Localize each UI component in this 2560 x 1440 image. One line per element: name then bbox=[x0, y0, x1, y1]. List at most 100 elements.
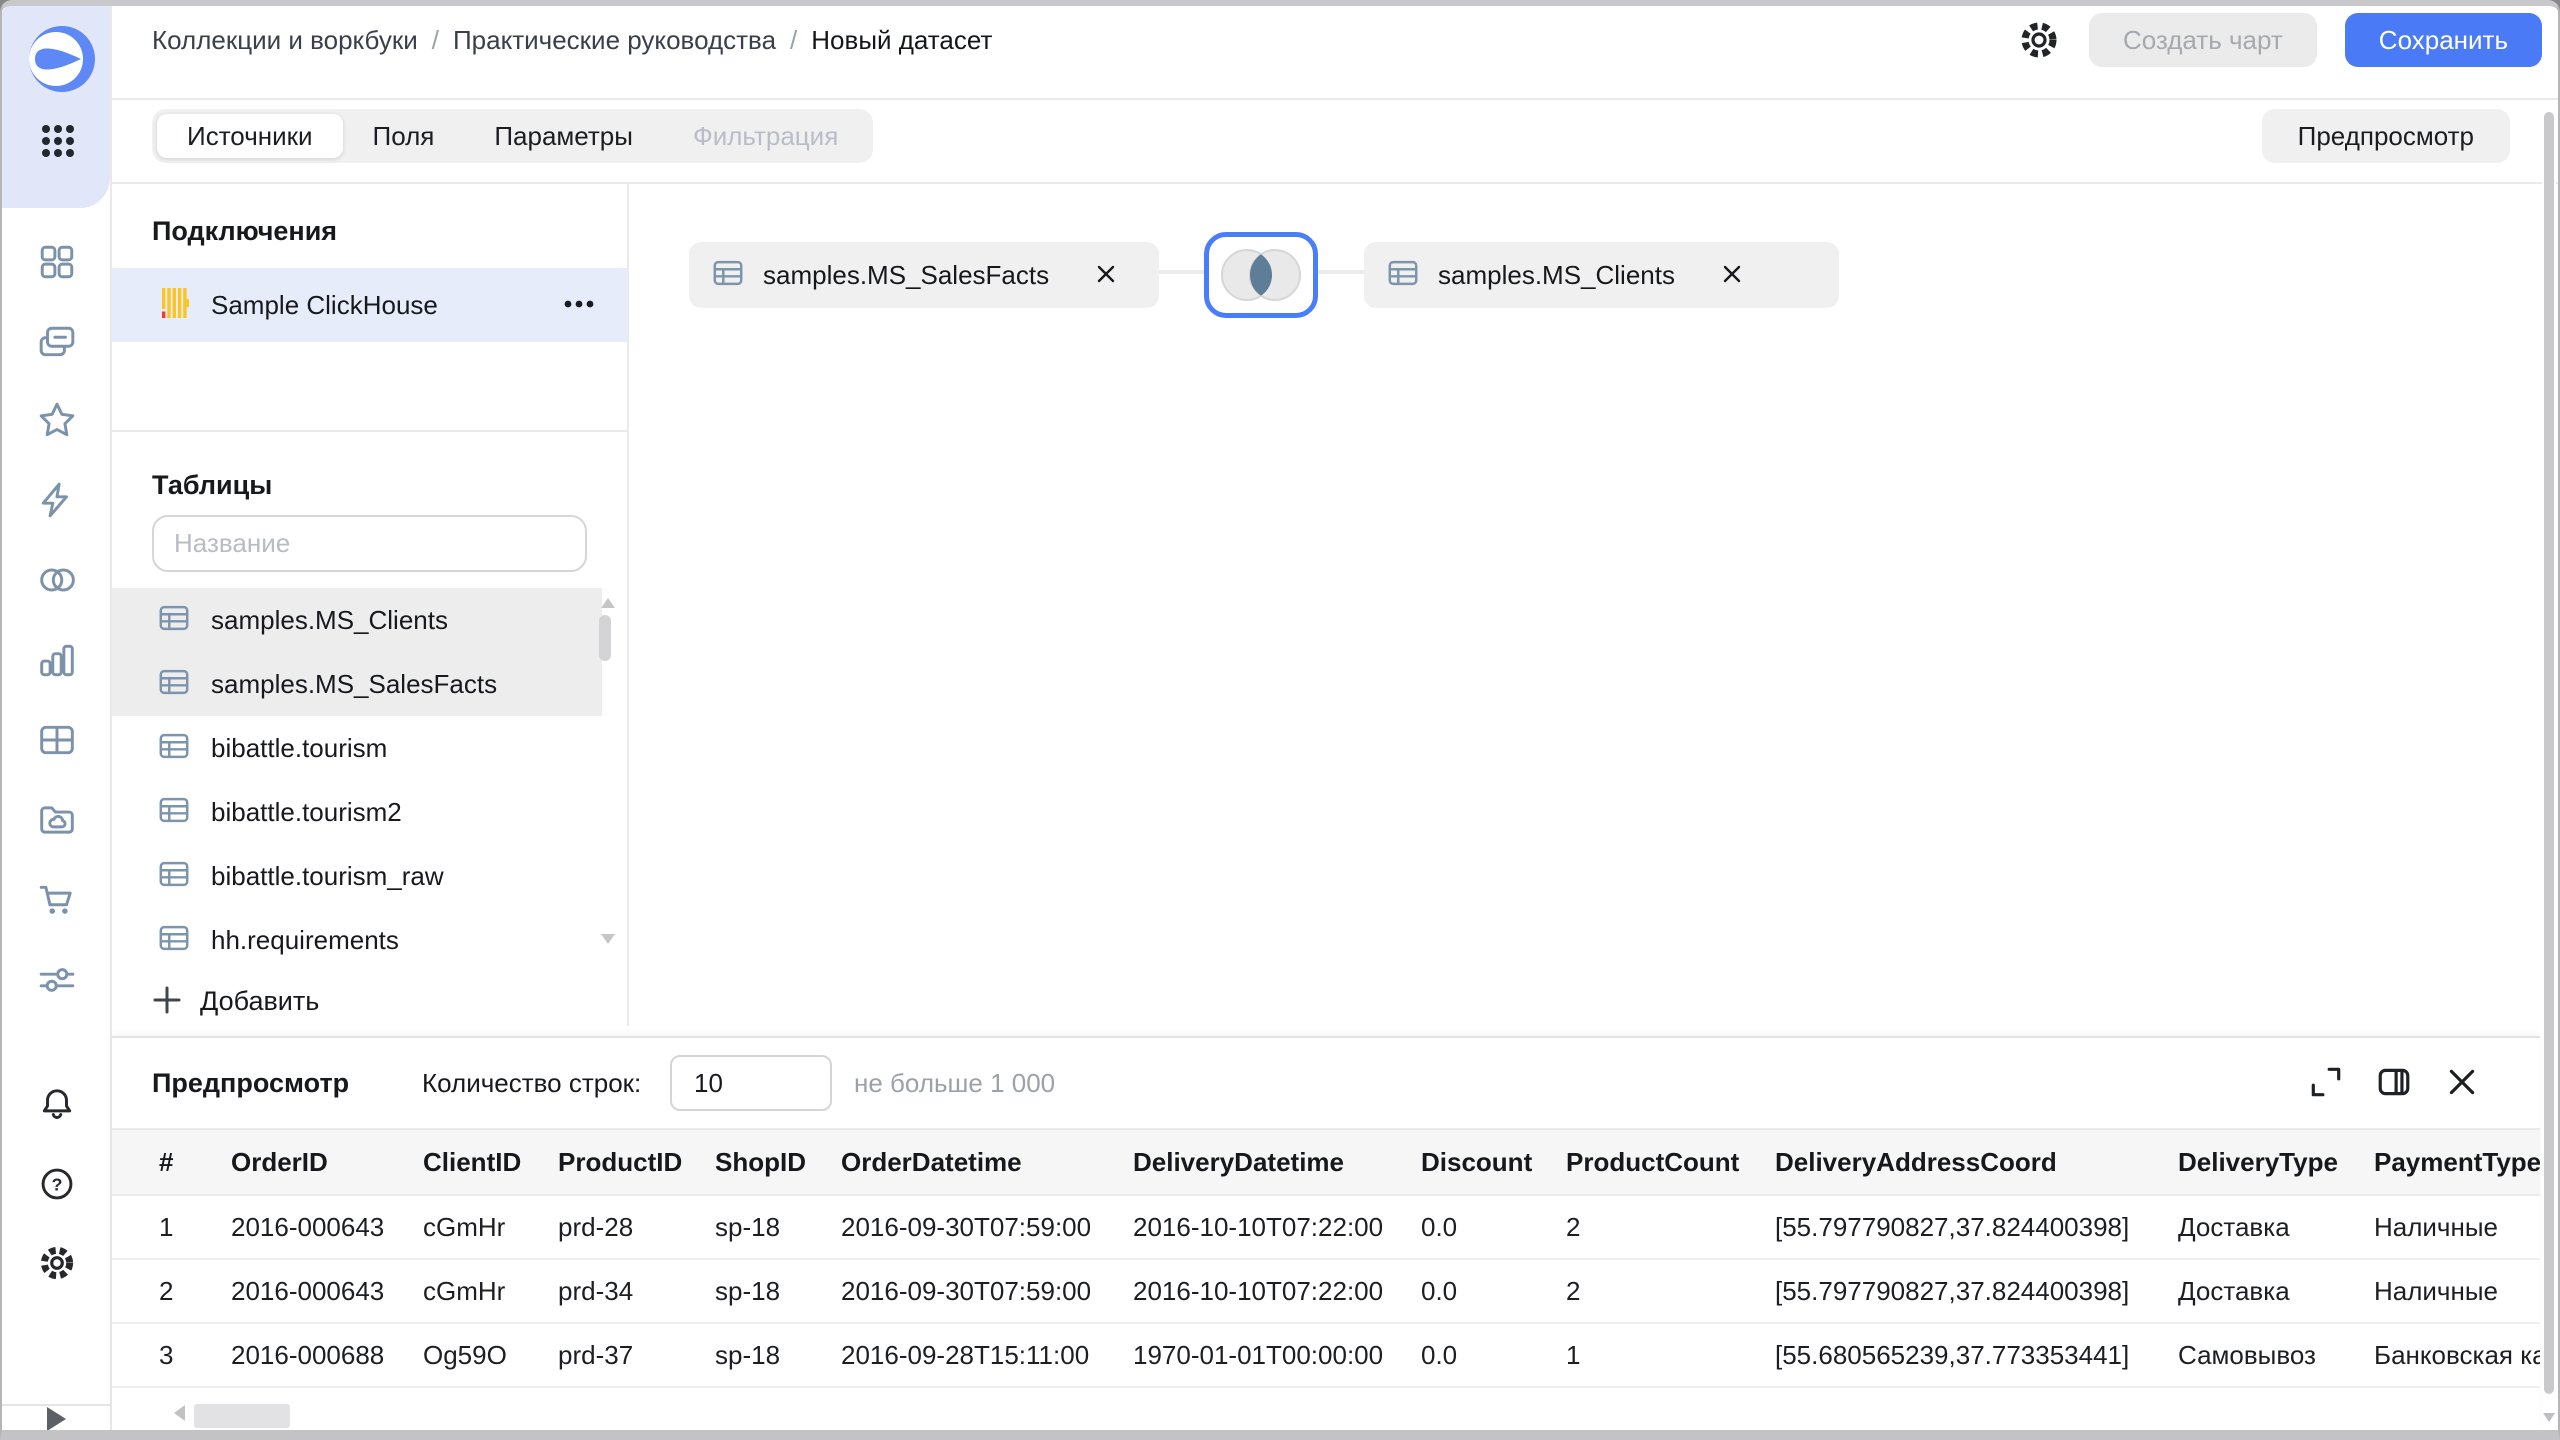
services-sliders-icon[interactable] bbox=[38, 960, 78, 1000]
charts-icon[interactable] bbox=[38, 640, 78, 680]
preview-column-header: PaymentType bbox=[2374, 1146, 2540, 1177]
breadcrumb-separator: / bbox=[431, 24, 439, 55]
top-bar: Коллекции и воркбуки / Практические руко… bbox=[112, 6, 2558, 100]
list-scrollbar-thumb[interactable] bbox=[599, 615, 611, 661]
preview-toggle-button[interactable]: Предпросмотр bbox=[2261, 109, 2510, 163]
preview-cell: 2016-10-10T07:22:00 bbox=[1133, 1211, 1384, 1242]
row-count-label: Количество строк: bbox=[422, 1067, 642, 1098]
table-icon bbox=[157, 665, 191, 704]
create-chart-button[interactable]: Создать чарт bbox=[2088, 13, 2317, 67]
app-window: ? Коллекции и воркбуки / Практические ру… bbox=[0, 0, 2560, 1440]
table-icon bbox=[157, 601, 191, 640]
source-node-name: samples.MS_Clients bbox=[1438, 259, 1675, 290]
table-name: bibattle.tourism2 bbox=[211, 796, 402, 827]
save-button[interactable]: Сохранить bbox=[2344, 13, 2542, 67]
datalens-logo[interactable] bbox=[29, 26, 95, 97]
preview-cell: cGmHr bbox=[423, 1211, 506, 1242]
remove-source-close-icon[interactable] bbox=[1093, 262, 1119, 288]
preview-cell: 3 bbox=[159, 1339, 174, 1370]
connection-more-dots-icon[interactable] bbox=[553, 285, 597, 325]
hscroll-left-arrow-icon[interactable] bbox=[174, 1405, 185, 1421]
table-name: samples.MS_Clients bbox=[211, 604, 448, 635]
preview-cell: 2016-09-28T15:11:00 bbox=[841, 1339, 1090, 1370]
preview-close-icon[interactable] bbox=[2440, 1061, 2484, 1105]
preview-column-header: DeliveryAddressCoord bbox=[1775, 1146, 2057, 1177]
preview-header-row: # OrderID ClientID ProductID ShopID OrderDate… bbox=[112, 1128, 2540, 1196]
clickhouse-logo-icon bbox=[162, 287, 189, 323]
panel-divider bbox=[112, 430, 627, 432]
sources-panel: Подключения Sample ClickHouse Таблицы На… bbox=[112, 184, 629, 1026]
marketplace-cart-icon[interactable] bbox=[38, 880, 78, 920]
tab-filtering[interactable]: Фильтрация bbox=[663, 114, 868, 158]
tab-fields[interactable]: Поля bbox=[343, 114, 465, 158]
table-list-item[interactable]: samples.MS_SalesFacts bbox=[112, 652, 602, 716]
preview-cell: 2 bbox=[1566, 1211, 1581, 1242]
preview-column-header: OrderDatetime bbox=[841, 1146, 1022, 1177]
preview-column-header: ProductCount bbox=[1566, 1146, 1740, 1177]
table-list-item[interactable]: bibattle.tourism_raw bbox=[112, 844, 602, 908]
dataset-settings-gear-icon[interactable] bbox=[2017, 18, 2061, 62]
table-list-item[interactable]: hh.requirements bbox=[112, 908, 602, 972]
favorites-star-icon[interactable] bbox=[38, 400, 78, 440]
preview-panel: Предпросмотр Количество строк: не больше… bbox=[112, 1036, 2540, 1430]
preview-cell: 2 bbox=[159, 1275, 174, 1306]
add-table-button[interactable]: Добавить bbox=[152, 979, 319, 1023]
preview-cell: 1970-01-01T00:00:00 bbox=[1133, 1339, 1384, 1370]
preview-cell: prd-34 bbox=[558, 1275, 634, 1306]
breadcrumb-guides[interactable]: Практические руководства bbox=[453, 25, 776, 56]
table-list-item[interactable]: bibattle.tourism bbox=[112, 716, 602, 780]
preview-cell: Наличные bbox=[2374, 1211, 2498, 1242]
list-scroll-up-icon[interactable] bbox=[601, 598, 615, 608]
all-services-grid-icon[interactable] bbox=[38, 122, 78, 162]
tables-title: Таблицы bbox=[152, 470, 273, 500]
table-search-input[interactable] bbox=[152, 515, 587, 572]
preview-expand-icon[interactable] bbox=[2304, 1061, 2348, 1105]
tab-sources[interactable]: Источники bbox=[157, 114, 343, 158]
table-list-item[interactable]: samples.MS_Clients bbox=[112, 588, 602, 652]
datasets-table-icon[interactable] bbox=[38, 720, 78, 760]
preview-cell: prd-28 bbox=[558, 1211, 634, 1242]
table-name: bibattle.tourism_raw bbox=[211, 860, 444, 891]
connection-item-sample-clickhouse[interactable]: Sample ClickHouse bbox=[112, 268, 627, 342]
remove-source-close-icon[interactable] bbox=[1719, 262, 1745, 288]
notifications-bell-icon[interactable] bbox=[38, 1084, 78, 1124]
source-node-name: samples.MS_SalesFacts bbox=[763, 259, 1050, 290]
preview-cell: 2016-000643 bbox=[231, 1275, 385, 1306]
breadcrumb-collections[interactable]: Коллекции и воркбуки bbox=[152, 25, 418, 56]
connections-lightning-icon[interactable] bbox=[38, 480, 78, 520]
source-node-clients[interactable]: samples.MS_Clients bbox=[1364, 242, 1839, 308]
table-icon bbox=[711, 256, 745, 295]
expand-panel-play-button[interactable] bbox=[2, 1404, 110, 1430]
dashboards-icon[interactable] bbox=[38, 242, 78, 282]
source-node-salesfacts[interactable]: samples.MS_SalesFacts bbox=[689, 242, 1159, 308]
dataset-tabs: Источники Поля Параметры Фильтрация bbox=[152, 109, 874, 163]
list-scroll-down-icon[interactable] bbox=[601, 934, 615, 944]
page-scrollbar-thumb[interactable] bbox=[2544, 112, 2554, 1394]
table-icon bbox=[157, 793, 191, 832]
help-question-icon[interactable]: ? bbox=[38, 1164, 78, 1204]
row-count-input[interactable] bbox=[670, 1055, 832, 1111]
preview-cell: [55.797790827,37.824400398] bbox=[1775, 1275, 2130, 1306]
settings-gear-icon[interactable] bbox=[38, 1243, 78, 1283]
preview-row: 1 2016-000643 cGmHr prd-28 sp-18 2016-09-30T0… bbox=[112, 1196, 2540, 1260]
preview-cell: 2016-000688 bbox=[231, 1339, 385, 1370]
preview-dock-right-icon[interactable] bbox=[2372, 1061, 2416, 1105]
scroll-down-arrow-icon[interactable] bbox=[2543, 1413, 2555, 1422]
workbooks-icon[interactable] bbox=[38, 322, 78, 362]
table-list-item[interactable]: bibattle.tourism2 bbox=[112, 780, 602, 844]
preview-cell: [55.797790827,37.824400398] bbox=[1775, 1211, 2130, 1242]
storage-folder-cloud-icon[interactable] bbox=[38, 800, 78, 840]
table-name: bibattle.tourism bbox=[211, 732, 388, 763]
preview-row: 2 2016-000643 cGmHr prd-34 sp-18 2016-09-30T0… bbox=[112, 1260, 2540, 1324]
preview-column-header: OrderID bbox=[231, 1146, 328, 1177]
join-type-inner-icon[interactable] bbox=[1204, 232, 1318, 318]
connections-title: Подключения bbox=[152, 216, 338, 246]
svg-text:?: ? bbox=[52, 1174, 63, 1194]
tab-parameters[interactable]: Параметры bbox=[464, 114, 663, 158]
preview-cell: 2016-000643 bbox=[231, 1211, 385, 1242]
preview-table-body: 1 2016-000643 cGmHr prd-28 sp-18 2016-09-30T0… bbox=[112, 1196, 2540, 1388]
table-name: samples.MS_SalesFacts bbox=[211, 668, 498, 699]
horizontal-scrollbar-thumb[interactable] bbox=[194, 1404, 290, 1428]
preview-cell: 0.0 bbox=[1421, 1339, 1458, 1370]
joins-circles-icon[interactable] bbox=[38, 560, 78, 600]
